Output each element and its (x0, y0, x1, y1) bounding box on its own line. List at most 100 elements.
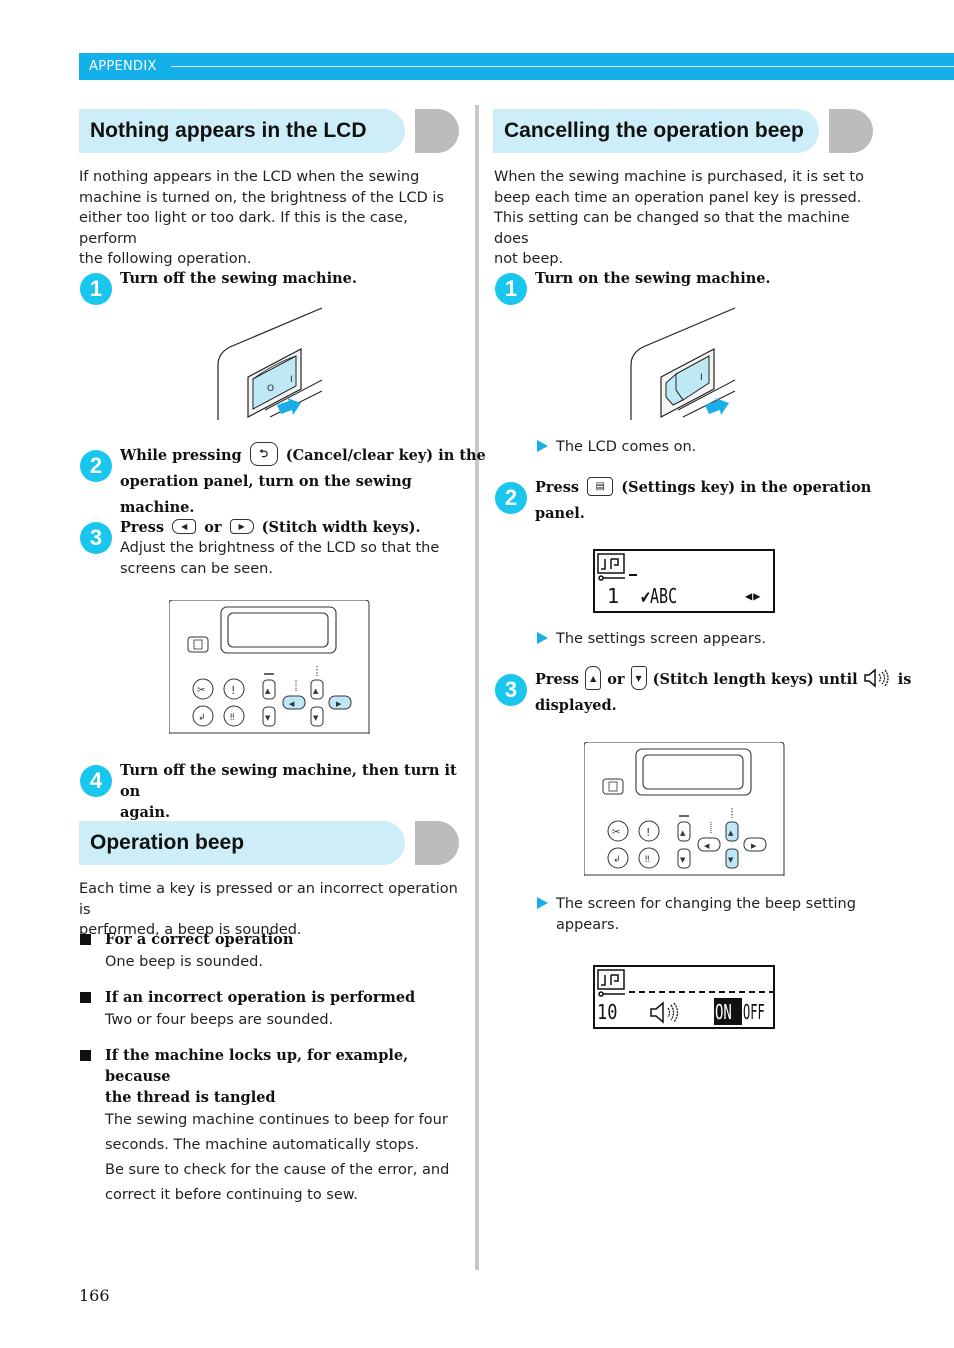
needle-position-key-icon: ! (638, 820, 660, 842)
lcd-setting-label: ✔ABC (641, 584, 678, 608)
switch-off-label: O (267, 384, 274, 394)
section-title: Operation beep (90, 831, 245, 854)
svg-text:!: ! (231, 684, 235, 697)
page-number: 166 (79, 1286, 110, 1305)
svg-text:▶: ▶ (751, 842, 757, 850)
step-1-result: The LCD comes on. (537, 437, 696, 458)
svg-text:◀: ◀ (289, 700, 295, 708)
press-arrow-icon (277, 398, 301, 415)
section-title: Nothing appears in the LCD (90, 119, 367, 142)
stitch-length-down-key-highlighted: ▼ (725, 848, 739, 869)
svg-text:▲: ▲ (265, 687, 271, 695)
svg-text:▲: ▲ (680, 829, 686, 837)
header-rule (171, 66, 954, 67)
cancelling-intro: When the sewing machine is purchased, it… (494, 169, 864, 267)
step-number-1: 1 (495, 273, 527, 305)
svg-text:↲: ↲ (198, 713, 206, 723)
column-divider (475, 105, 479, 1270)
power-switch-off-illustration: O I (215, 305, 330, 425)
stitch-length-up-key-highlighted: ▲ (725, 821, 739, 842)
section-heading-operation-beep: Operation beep (79, 821, 459, 865)
step-2-text: While pressing ⮌ (Cancel/clear key) in t… (120, 442, 486, 521)
lcd-arrows-icon: ◀▶ (745, 589, 762, 603)
svg-text:!: ! (646, 826, 650, 839)
stitch-width-left-key-icon: ◀ (697, 837, 721, 852)
bullet-square-icon (80, 934, 91, 945)
reverse-stitch-key-icon: ↲ (607, 847, 629, 869)
stitch-length-down-key-icon: ▼ (630, 666, 647, 690)
svg-text:‼: ‼ (645, 855, 649, 865)
bullet-square-icon (80, 1050, 91, 1061)
stitch-width-up-key-icon: ▲ (310, 679, 324, 700)
settings-key-icon (187, 636, 209, 653)
stitch-width-right-key-icon: ▶ (743, 837, 767, 852)
needle-position-key-icon: ! (223, 678, 245, 700)
svg-text:▲: ▲ (313, 687, 319, 695)
settings-key-icon (602, 778, 624, 795)
tension-down-key-icon: ▼ (677, 848, 691, 869)
svg-text:↲: ↲ (613, 855, 621, 865)
step-4-text: Turn off the sewing machine, then turn i… (120, 762, 457, 821)
svg-text:✂: ✂ (197, 685, 205, 696)
bullet-item-correct-operation: For a correct operation One beep is soun… (105, 931, 294, 970)
press-arrow-icon (705, 398, 729, 415)
step-number-1: 1 (80, 273, 112, 305)
lcd-settings-screen: 1 ✔ABC ◀▶ (593, 549, 775, 613)
step-3-text: Press ▲ or ▼ (Stitch length keys) until … (535, 666, 911, 719)
section-heading-cancelling-beep: Cancelling the operation beep (493, 109, 875, 153)
stitch-length-down-key-icon-a: ▼ (262, 706, 276, 727)
svg-text:▼: ▼ (265, 714, 271, 722)
cancel-clear-key-icon: ⮌ (249, 442, 278, 466)
settings-key-icon: ▤ (587, 476, 614, 496)
sewing-machine-icon (597, 553, 625, 581)
step-3-result: The screen for changing the beep setting… (537, 894, 856, 935)
reverse-stitch-key-icon: ↲ (192, 705, 214, 727)
result-arrow-icon (537, 440, 548, 452)
svg-text:▼: ▼ (680, 856, 686, 864)
operation-panel-illustration-width-keys: ✂ ! ↲ ‼ ▲ ▼ ▲ ▼ ◀ ▶ (169, 600, 371, 735)
svg-text:‼: ‼ (230, 713, 234, 723)
lcd-setting-number: 10 (597, 1000, 618, 1024)
reinforcement-key-icon: ‼ (223, 705, 245, 727)
lcd-setting-number: 1 (607, 584, 620, 608)
step-1-text: Turn on the sewing machine. (535, 270, 771, 287)
svg-text:✂: ✂ (612, 827, 620, 838)
svg-text:I: I (700, 373, 703, 383)
intro-paragraph: If nothing appears in the LCD when the s… (79, 169, 444, 267)
stitch-width-right-key-highlighted: ▶ (328, 695, 352, 710)
reinforcement-key-icon: ‼ (638, 847, 660, 869)
lcd-speaker-icon (650, 1001, 679, 1024)
svg-text:◀: ◀ (704, 842, 710, 850)
section-title: Cancelling the operation beep (504, 119, 804, 142)
stitch-length-up-key-icon-a: ▲ (262, 679, 276, 700)
step-1-text: Turn off the sewing machine. (120, 270, 357, 287)
step-2-result: The settings screen appears. (537, 629, 766, 650)
step-number-2: 2 (80, 450, 112, 482)
tension-up-key-icon: ▲ (677, 821, 691, 842)
bullet-item-incorrect-operation: If an incorrect operation is performed T… (105, 989, 416, 1028)
appendix-header-bar: APPENDIX (79, 53, 954, 80)
stitch-length-up-key-icon: ▲ (585, 666, 602, 690)
lcd-beep-setting-screen: 10 ON OFF (593, 965, 775, 1029)
result-arrow-icon (537, 897, 548, 909)
result-arrow-icon (537, 632, 548, 644)
lcd-on-option: ON (715, 1000, 732, 1024)
operation-panel-illustration-length-keys: ✂ ! ↲ ‼ ▲ ▼ ▲ ▼ ◀ ▶ (584, 742, 786, 877)
step-3-text: Press ◀ or ▶ (Stitch width keys). Adjust… (120, 518, 440, 577)
section-label: APPENDIX (89, 59, 157, 74)
svg-text:▲: ▲ (728, 829, 734, 837)
stitch-width-left-key-highlighted: ◀ (282, 695, 306, 710)
step-number-4: 4 (80, 765, 112, 797)
lcd-off-option: OFF (743, 1000, 765, 1024)
thread-cutter-key-icon: ✂ (192, 678, 214, 700)
svg-text:▼: ▼ (313, 714, 319, 722)
step-number-2: 2 (495, 482, 527, 514)
svg-text:▶: ▶ (336, 700, 342, 708)
bullet-item-machine-locks-up: If the machine locks up, for example, be… (105, 1047, 450, 1203)
section-heading-nothing-appears: Nothing appears in the LCD (79, 109, 459, 153)
stitch-width-down-key-icon: ▼ (310, 706, 324, 727)
sewing-machine-icon (597, 969, 625, 997)
speaker-beep-icon (863, 668, 893, 688)
step-2-text: Press ▤ (Settings key) in the operation … (535, 475, 880, 527)
stitch-width-right-key-icon: ▶ (229, 518, 254, 534)
